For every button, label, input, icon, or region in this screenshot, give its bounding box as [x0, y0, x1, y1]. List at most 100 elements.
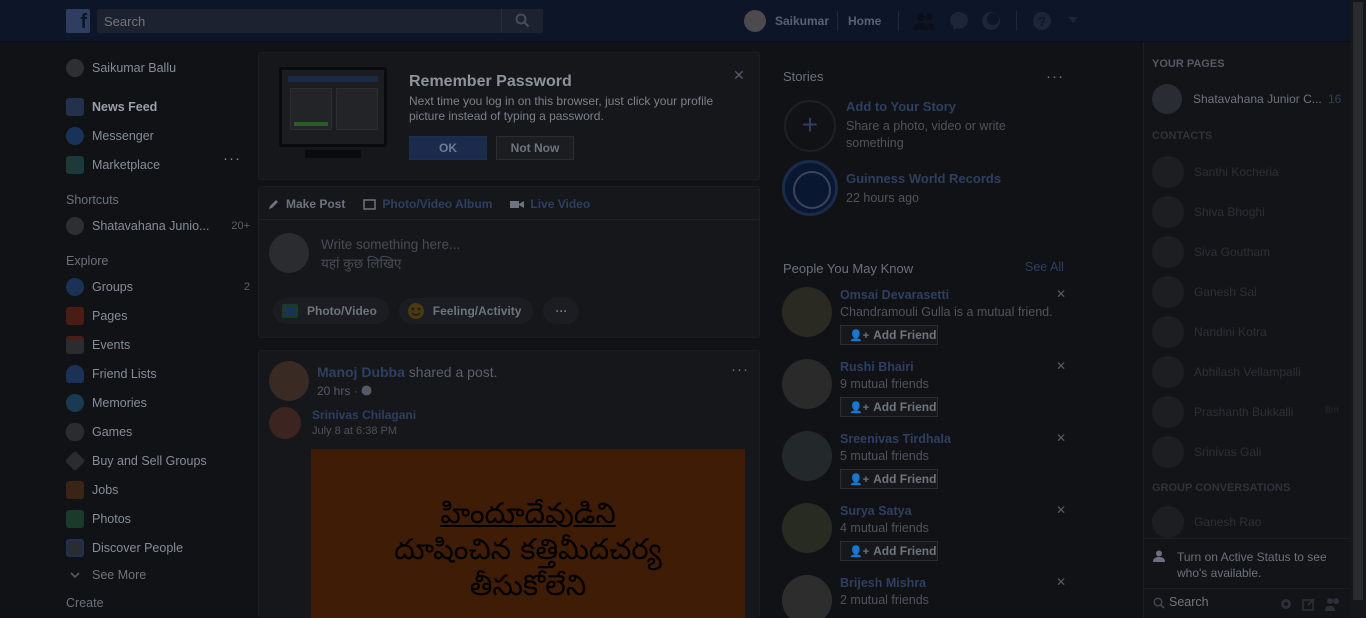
page-item[interactable]: Shatavahana Junior C... 16: [1152, 84, 1352, 114]
user-avatar[interactable]: [744, 10, 766, 32]
pymk-name[interactable]: Rushi Bhairi: [840, 360, 914, 374]
sidebar-item-photos[interactable]: Photos: [66, 509, 131, 529]
sidebar-item-discover-people[interactable]: Discover People: [66, 538, 183, 558]
shared-avatar[interactable]: [269, 407, 301, 439]
sidebar-item-pages[interactable]: Pages: [66, 306, 127, 326]
profile-link[interactable]: Saikumar: [775, 14, 829, 28]
photo-video-button[interactable]: Photo/Video: [273, 298, 389, 324]
see-more-link[interactable]: See More: [66, 565, 146, 585]
chat-sidebar: YOUR PAGES Shatavahana Junior C... 16 CO…: [1143, 42, 1352, 618]
search-icon: [1153, 597, 1165, 609]
add-story-icon[interactable]: +: [784, 100, 836, 152]
add-friend-button[interactable]: 👤+ Add Friend: [840, 469, 938, 489]
chevron-down-icon[interactable]: [1068, 17, 1078, 23]
avatar[interactable]: [782, 287, 832, 337]
sidebar-item-profile[interactable]: Saikumar Ballu: [66, 58, 176, 78]
contact-item[interactable]: Santhi Kocheria: [1152, 156, 1347, 188]
feeling-activity-button[interactable]: Feeling/Activity: [398, 298, 534, 324]
avatar[interactable]: [782, 503, 832, 553]
post-options-icon[interactable]: ···: [731, 361, 749, 378]
post-header: Manoj Dubba shared a post.: [317, 364, 498, 380]
new-group-icon[interactable]: [1325, 597, 1341, 611]
scrollbar-thumb[interactable]: [1353, 2, 1363, 600]
contact-item[interactable]: Abhilash Vellampalli: [1152, 356, 1347, 388]
contact-item[interactable]: Prashanth Bukkalli 8m: [1152, 396, 1347, 428]
close-icon[interactable]: ✕: [733, 67, 745, 84]
sidebar-item-groups[interactable]: Groups 2: [66, 277, 250, 297]
sidebar-item-events[interactable]: Events: [66, 335, 130, 355]
add-story-title[interactable]: Add to Your Story: [846, 99, 956, 114]
contact-item[interactable]: Srinivas Gali: [1152, 436, 1347, 468]
avatar[interactable]: [782, 575, 832, 618]
close-icon[interactable]: ✕: [1056, 431, 1066, 445]
search-button[interactable]: [501, 9, 543, 33]
close-icon[interactable]: ✕: [1056, 503, 1066, 517]
close-icon[interactable]: ✕: [1056, 359, 1066, 373]
pages-icon: [66, 307, 84, 325]
shared-timestamp[interactable]: July 8 at 6:38 PM: [312, 425, 397, 437]
post-image-line: దూషించిన కత్తిమీదచర్య: [394, 532, 662, 566]
shared-author-link[interactable]: Srinivas Chilagani: [312, 408, 416, 422]
close-icon[interactable]: ✕: [1056, 287, 1066, 301]
tab-photo-video-album[interactable]: Photo/Video Album: [363, 197, 492, 211]
story-item-title[interactable]: Guinness World Records: [846, 171, 1001, 186]
facebook-logo-icon[interactable]: f: [66, 9, 90, 33]
see-all-link[interactable]: See All: [1025, 260, 1064, 274]
not-now-button[interactable]: Not Now: [496, 136, 574, 160]
add-friend-button[interactable]: 👤+ Add Friend: [840, 541, 938, 561]
chat-search-input[interactable]: [1169, 595, 1269, 609]
memories-icon: [66, 394, 84, 412]
compose-icon[interactable]: [1302, 597, 1316, 611]
sidebar-item-friend-lists[interactable]: Friend Lists: [66, 364, 157, 384]
composer-tabs: Make Post Photo/Video Album Live Video: [267, 197, 590, 211]
stories-options-icon[interactable]: ···: [1046, 68, 1064, 85]
more-options-icon[interactable]: ···: [543, 298, 580, 324]
buy-sell-icon: [64, 450, 86, 472]
guinness-logo[interactable]: [782, 160, 838, 216]
pymk-name[interactable]: Sreenivas Tirdhala: [840, 432, 951, 446]
sidebar-item-games[interactable]: Games: [66, 422, 132, 442]
pymk-name[interactable]: Brijesh Mishra: [840, 576, 926, 590]
contact-item[interactable]: Ganesh Sai: [1152, 276, 1347, 308]
news-feed-options-icon[interactable]: ···: [223, 150, 241, 167]
tab-live-video[interactable]: Live Video: [510, 197, 590, 211]
avatar[interactable]: [269, 361, 309, 401]
sidebar-item-marketplace[interactable]: Marketplace: [66, 155, 160, 175]
ok-button[interactable]: OK: [409, 136, 487, 160]
avatar[interactable]: [782, 359, 832, 409]
friend-requests-icon[interactable]: [912, 11, 936, 31]
help-icon[interactable]: ?: [1032, 11, 1052, 31]
add-friend-button[interactable]: 👤+ Add Friend: [840, 397, 938, 417]
post-timestamp[interactable]: 20 hrs ·: [317, 384, 372, 398]
contact-item[interactable]: Shiva Bhoghi: [1152, 196, 1347, 228]
sidebar-item-messenger[interactable]: Messenger: [66, 126, 154, 146]
notifications-icon[interactable]: [981, 11, 1001, 31]
add-friend-button[interactable]: 👤+ Add Friend: [840, 325, 938, 345]
search-input[interactable]: [97, 9, 507, 33]
pymk-name[interactable]: Omsai Devarasetti: [840, 288, 949, 302]
sidebar-item-jobs[interactable]: Jobs: [66, 480, 118, 500]
sidebar-item-buy-sell[interactable]: Buy and Sell Groups: [64, 450, 207, 472]
composer-actions: Photo/Video Feeling/Activity ···: [273, 298, 580, 324]
active-status-prompt[interactable]: Turn on Active Status to see who's avail…: [1144, 538, 1351, 588]
page-scrollbar[interactable]: [1350, 0, 1366, 618]
tab-make-post[interactable]: Make Post: [267, 197, 345, 211]
contact-item[interactable]: Siva Goutham: [1152, 236, 1347, 268]
sidebar-item-memories[interactable]: Memories: [66, 393, 147, 413]
post-author-link[interactable]: Manoj Dubba: [317, 364, 405, 380]
composer-input[interactable]: Write something here... यहां कुछ लिखिए: [321, 235, 460, 273]
sidebar-item-shortcut[interactable]: Shatavahana Junio... 20+: [66, 216, 250, 236]
post-image[interactable]: హిందూదేవుడిని దూషించిన కత్తిమీదచర్య తీసు…: [311, 449, 745, 618]
home-link[interactable]: Home: [848, 14, 881, 28]
messages-icon[interactable]: [949, 11, 969, 31]
sidebar-item-news-feed[interactable]: News Feed: [66, 97, 157, 117]
pymk-mutual: 5 mutual friends: [840, 449, 929, 463]
group-conversation-item[interactable]: Ganesh Rao: [1152, 506, 1347, 538]
avatar[interactable]: [782, 431, 832, 481]
contact-item[interactable]: Nandini Kotra: [1152, 316, 1347, 348]
gear-icon[interactable]: [1279, 597, 1293, 611]
pymk-name[interactable]: Surya Satya: [840, 504, 912, 518]
close-icon[interactable]: ✕: [1056, 575, 1066, 589]
add-friend-icon: 👤+: [849, 402, 870, 414]
group-conversations-heading: GROUP CONVERSATIONS: [1152, 482, 1291, 494]
